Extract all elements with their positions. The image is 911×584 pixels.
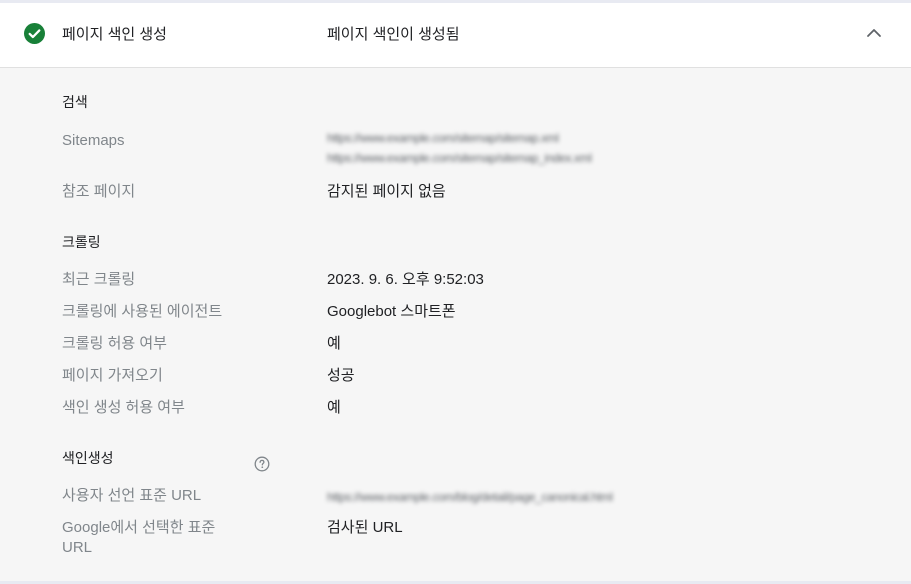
last-crawl-value: 2023. 9. 6. 오후 9:52:03	[327, 271, 484, 288]
page-fetch-label: 페이지 가져오기	[62, 367, 163, 384]
user-canonical-label: 사용자 선언 표준 URL	[62, 487, 202, 504]
section-title-discovery: 검색	[62, 94, 88, 110]
panel-title: 페이지 색인 생성	[62, 26, 167, 43]
indexing-allowed-value: 예	[327, 399, 341, 416]
google-canonical-label: Google에서 선택한 표준 URL	[62, 519, 216, 556]
indexing-status: 페이지 색인이 생성됨	[327, 26, 460, 43]
crawl-allowed-label: 크롤링 허용 여부	[62, 335, 167, 352]
page-indexing-details: 검색 Sitemaps https://www.example.com/site…	[0, 68, 911, 581]
section-title-crawl: 크롤링	[62, 234, 101, 250]
help-circle-icon[interactable]	[254, 456, 270, 472]
sitemaps-value: https://www.example.com/sitemap/sitemap.…	[327, 128, 592, 168]
sitemap-url[interactable]: https://www.example.com/sitemap/sitemap_…	[327, 148, 592, 168]
last-crawl-label: 최근 크롤링	[62, 271, 136, 288]
sitemaps-label: Sitemaps	[62, 132, 125, 149]
check-circle-icon	[24, 23, 45, 44]
crawl-agent-value: Googlebot 스마트폰	[327, 303, 456, 320]
page-indexing-panel: 페이지 색인 생성 페이지 색인이 생성됨 검색 Sitemaps https:…	[0, 0, 911, 584]
user-canonical-url[interactable]: https://www.example.com/blog/detail/page…	[327, 487, 613, 507]
crawl-agent-label: 크롤링에 사용된 에이전트	[62, 303, 223, 320]
referring-page-label: 참조 페이지	[62, 183, 136, 200]
page-indexing-header[interactable]: 페이지 색인 생성 페이지 색인이 생성됨	[0, 3, 911, 68]
user-canonical-value: https://www.example.com/blog/detail/page…	[327, 487, 613, 507]
chevron-up-icon[interactable]	[866, 27, 882, 39]
page-fetch-value: 성공	[327, 367, 355, 384]
crawl-allowed-value: 예	[327, 335, 341, 352]
indexing-allowed-label: 색인 생성 허용 여부	[62, 399, 185, 416]
google-canonical-value: 검사된 URL	[327, 519, 403, 536]
sitemap-url[interactable]: https://www.example.com/sitemap/sitemap.…	[327, 128, 592, 148]
referring-page-value: 감지된 페이지 없음	[327, 183, 446, 200]
section-title-indexing: 색인생성	[62, 450, 114, 466]
